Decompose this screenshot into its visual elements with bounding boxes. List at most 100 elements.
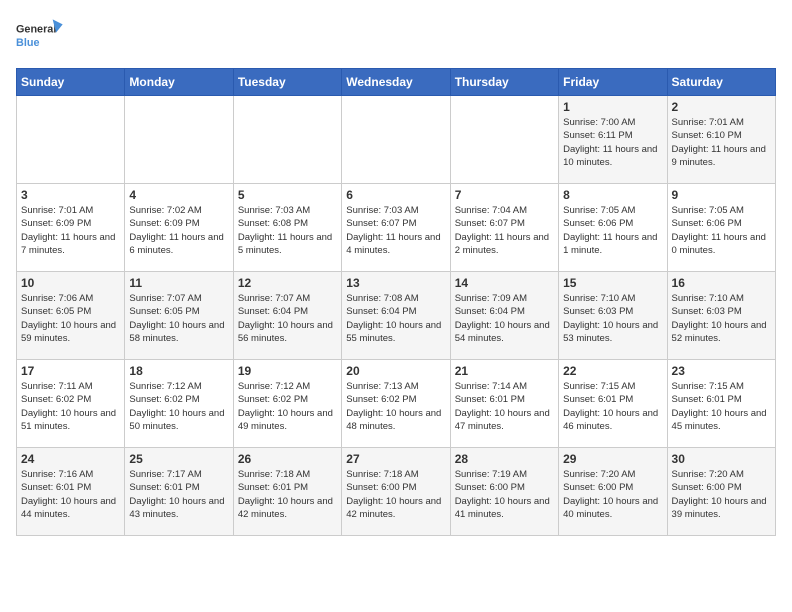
cell-info: Sunrise: 7:04 AM Sunset: 6:07 PM Dayligh… [455, 204, 554, 257]
calendar-cell: 6 Sunrise: 7:03 AM Sunset: 6:07 PM Daylig… [342, 184, 450, 272]
calendar-cell [125, 96, 233, 184]
calendar-cell: 21 Sunrise: 7:14 AM Sunset: 6:01 PM Dayli… [450, 360, 558, 448]
logo-svg: General Blue [16, 16, 66, 56]
day-number: 14 [455, 276, 554, 290]
cell-info: Sunrise: 7:03 AM Sunset: 6:07 PM Dayligh… [346, 204, 445, 257]
day-number: 24 [21, 452, 120, 466]
calendar-week-row: 3 Sunrise: 7:01 AM Sunset: 6:09 PM Daylig… [17, 184, 776, 272]
calendar-cell: 16 Sunrise: 7:10 AM Sunset: 6:03 PM Dayli… [667, 272, 775, 360]
calendar-cell: 28 Sunrise: 7:19 AM Sunset: 6:00 PM Dayli… [450, 448, 558, 536]
day-number: 4 [129, 188, 228, 202]
calendar-cell: 11 Sunrise: 7:07 AM Sunset: 6:05 PM Dayli… [125, 272, 233, 360]
cell-info: Sunrise: 7:19 AM Sunset: 6:00 PM Dayligh… [455, 468, 554, 521]
svg-text:General: General [16, 24, 56, 36]
day-number: 30 [672, 452, 771, 466]
cell-info: Sunrise: 7:20 AM Sunset: 6:00 PM Dayligh… [672, 468, 771, 521]
calendar-cell: 1Sunrise: 7:00 AM Sunset: 6:11 PM Daylig… [559, 96, 667, 184]
calendar-cell: 17Sunrise: 7:11 AM Sunset: 6:02 PM Dayli… [17, 360, 125, 448]
cell-info: Sunrise: 7:18 AM Sunset: 6:00 PM Dayligh… [346, 468, 445, 521]
cell-info: Sunrise: 7:05 AM Sunset: 6:06 PM Dayligh… [563, 204, 662, 257]
calendar-cell: 13 Sunrise: 7:08 AM Sunset: 6:04 PM Dayli… [342, 272, 450, 360]
day-number: 12 [238, 276, 337, 290]
calendar-table: SundayMondayTuesdayWednesdayThursdayFrid… [16, 68, 776, 536]
weekday-header: Thursday [450, 69, 558, 96]
day-number: 26 [238, 452, 337, 466]
day-number: 17 [21, 364, 120, 378]
cell-info: Sunrise: 7:10 AM Sunset: 6:03 PM Dayligh… [563, 292, 662, 345]
calendar-cell: 19 Sunrise: 7:12 AM Sunset: 6:02 PM Dayli… [233, 360, 341, 448]
day-number: 10 [21, 276, 120, 290]
calendar-cell: 20 Sunrise: 7:13 AM Sunset: 6:02 PM Dayli… [342, 360, 450, 448]
day-number: 19 [238, 364, 337, 378]
day-number: 27 [346, 452, 445, 466]
cell-info: Sunrise: 7:02 AM Sunset: 6:09 PM Dayligh… [129, 204, 228, 257]
calendar-cell: 12Sunrise: 7:07 AM Sunset: 6:04 PM Dayli… [233, 272, 341, 360]
calendar-cell: 24 Sunrise: 7:16 AM Sunset: 6:01 PM Dayli… [17, 448, 125, 536]
day-number: 6 [346, 188, 445, 202]
day-number: 23 [672, 364, 771, 378]
day-number: 3 [21, 188, 120, 202]
cell-info: Sunrise: 7:16 AM Sunset: 6:01 PM Dayligh… [21, 468, 120, 521]
cell-info: Sunrise: 7:13 AM Sunset: 6:02 PM Dayligh… [346, 380, 445, 433]
cell-info: Sunrise: 7:01 AM Sunset: 6:09 PM Dayligh… [21, 204, 120, 257]
cell-info: Sunrise: 7:07 AM Sunset: 6:05 PM Dayligh… [129, 292, 228, 345]
calendar-cell: 8 Sunrise: 7:05 AM Sunset: 6:06 PM Daylig… [559, 184, 667, 272]
calendar-cell: 15Sunrise: 7:10 AM Sunset: 6:03 PM Dayli… [559, 272, 667, 360]
weekday-header: Wednesday [342, 69, 450, 96]
calendar-cell [17, 96, 125, 184]
calendar-week-row: 1Sunrise: 7:00 AM Sunset: 6:11 PM Daylig… [17, 96, 776, 184]
day-number: 21 [455, 364, 554, 378]
calendar-cell: 3 Sunrise: 7:01 AM Sunset: 6:09 PM Daylig… [17, 184, 125, 272]
calendar-header-row: SundayMondayTuesdayWednesdayThursdayFrid… [17, 69, 776, 96]
cell-info: Sunrise: 7:10 AM Sunset: 6:03 PM Dayligh… [672, 292, 771, 345]
calendar-cell: 14 Sunrise: 7:09 AM Sunset: 6:04 PM Dayli… [450, 272, 558, 360]
calendar-cell: 5 Sunrise: 7:03 AM Sunset: 6:08 PM Daylig… [233, 184, 341, 272]
cell-info: Sunrise: 7:20 AM Sunset: 6:00 PM Dayligh… [563, 468, 662, 521]
day-number: 11 [129, 276, 228, 290]
cell-info: Sunrise: 7:03 AM Sunset: 6:08 PM Dayligh… [238, 204, 337, 257]
calendar-cell: 4 Sunrise: 7:02 AM Sunset: 6:09 PM Daylig… [125, 184, 233, 272]
cell-info: Sunrise: 7:06 AM Sunset: 6:05 PM Dayligh… [21, 292, 120, 345]
weekday-header: Friday [559, 69, 667, 96]
page-header: General Blue [16, 16, 776, 56]
day-number: 8 [563, 188, 662, 202]
day-number: 18 [129, 364, 228, 378]
calendar-cell [342, 96, 450, 184]
calendar-cell: 2Sunrise: 7:01 AM Sunset: 6:10 PM Daylig… [667, 96, 775, 184]
day-number: 28 [455, 452, 554, 466]
day-number: 22 [563, 364, 662, 378]
cell-info: Sunrise: 7:18 AM Sunset: 6:01 PM Dayligh… [238, 468, 337, 521]
calendar-cell [233, 96, 341, 184]
weekday-header: Saturday [667, 69, 775, 96]
day-number: 5 [238, 188, 337, 202]
cell-info: Sunrise: 7:05 AM Sunset: 6:06 PM Dayligh… [672, 204, 771, 257]
day-number: 29 [563, 452, 662, 466]
cell-info: Sunrise: 7:01 AM Sunset: 6:10 PM Dayligh… [672, 116, 771, 169]
cell-info: Sunrise: 7:08 AM Sunset: 6:04 PM Dayligh… [346, 292, 445, 345]
calendar-cell: 9 Sunrise: 7:05 AM Sunset: 6:06 PM Daylig… [667, 184, 775, 272]
cell-info: Sunrise: 7:12 AM Sunset: 6:02 PM Dayligh… [238, 380, 337, 433]
weekday-header: Monday [125, 69, 233, 96]
calendar-cell [450, 96, 558, 184]
day-number: 20 [346, 364, 445, 378]
weekday-header: Tuesday [233, 69, 341, 96]
day-number: 9 [672, 188, 771, 202]
day-number: 1 [563, 100, 662, 114]
cell-info: Sunrise: 7:15 AM Sunset: 6:01 PM Dayligh… [563, 380, 662, 433]
calendar-cell: 26 Sunrise: 7:18 AM Sunset: 6:01 PM Dayli… [233, 448, 341, 536]
weekday-header: Sunday [17, 69, 125, 96]
logo: General Blue [16, 16, 66, 56]
calendar-cell: 30 Sunrise: 7:20 AM Sunset: 6:00 PM Dayli… [667, 448, 775, 536]
calendar-week-row: 24 Sunrise: 7:16 AM Sunset: 6:01 PM Dayli… [17, 448, 776, 536]
day-number: 16 [672, 276, 771, 290]
day-number: 13 [346, 276, 445, 290]
calendar-cell: 10 Sunrise: 7:06 AM Sunset: 6:05 PM Dayli… [17, 272, 125, 360]
calendar-cell: 25Sunrise: 7:17 AM Sunset: 6:01 PM Dayli… [125, 448, 233, 536]
cell-info: Sunrise: 7:14 AM Sunset: 6:01 PM Dayligh… [455, 380, 554, 433]
cell-info: Sunrise: 7:17 AM Sunset: 6:01 PM Dayligh… [129, 468, 228, 521]
svg-text:Blue: Blue [16, 37, 39, 49]
calendar-cell: 7 Sunrise: 7:04 AM Sunset: 6:07 PM Daylig… [450, 184, 558, 272]
cell-info: Sunrise: 7:09 AM Sunset: 6:04 PM Dayligh… [455, 292, 554, 345]
calendar-cell: 22 Sunrise: 7:15 AM Sunset: 6:01 PM Dayli… [559, 360, 667, 448]
day-number: 7 [455, 188, 554, 202]
